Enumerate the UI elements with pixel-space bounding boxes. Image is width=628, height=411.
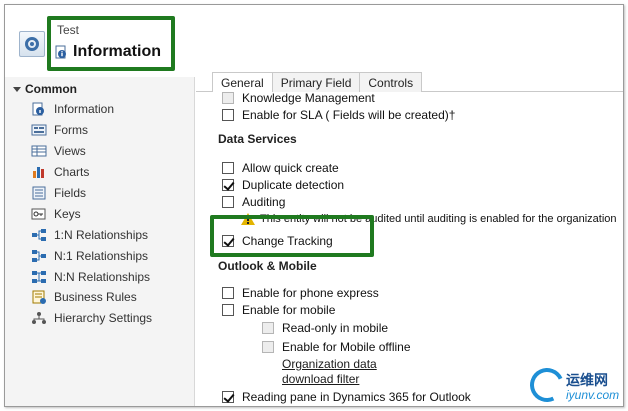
reading-pane-row: Reading pane in Dynamics 365 for Outlook <box>222 389 471 404</box>
page-title: Information <box>73 43 161 60</box>
window-frame: Test Information Common Information Form… <box>4 4 624 407</box>
allow-quick-create-checkbox[interactable] <box>222 161 234 174</box>
charts-icon <box>31 165 47 179</box>
info-icon <box>55 45 67 59</box>
sidebar-item-label: Views <box>54 143 86 158</box>
sidebar-item-information[interactable]: Information <box>31 99 114 118</box>
org-data-download-link-line2[interactable]: download filter <box>282 372 359 386</box>
read-only-mobile-label: Read-only in mobile <box>282 320 389 335</box>
sidebar-item-views[interactable]: Views <box>31 141 86 160</box>
sidebar-item-label: 1:N Relationships <box>54 227 149 242</box>
tab-label: Controls <box>368 75 414 90</box>
data-services-heading: Data Services <box>218 132 297 146</box>
enable-mobile-checkbox[interactable] <box>222 303 234 316</box>
entity-name: Test <box>57 23 80 37</box>
sidebar-item-hierarchy-settings[interactable]: Hierarchy Settings <box>31 308 152 327</box>
keys-icon <box>31 207 47 221</box>
enable-sla-row: Enable for SLA ( Fields will be created)… <box>222 107 455 122</box>
enable-sla-checkbox[interactable] <box>222 108 234 121</box>
duplicate-detection-label: Duplicate detection <box>242 177 345 192</box>
info-icon <box>31 102 47 116</box>
tab-label: Primary Field <box>280 75 352 90</box>
auditing-row: Auditing <box>222 194 285 209</box>
org-data-download-link[interactable]: Organization data <box>282 357 377 371</box>
sidebar-nav: Common Information Forms Views Charts Fi… <box>5 77 195 406</box>
business-rules-icon <box>31 290 47 304</box>
watermark-top-text: 运维网 <box>566 372 608 388</box>
views-icon <box>31 144 47 158</box>
sidebar-item-nn-relationships[interactable]: N:N Relationships <box>31 267 150 286</box>
enable-mobile-label: Enable for mobile <box>242 302 336 317</box>
sidebar-item-1n-relationships[interactable]: 1:N Relationships <box>31 225 148 244</box>
nav-section-label: Common <box>25 82 77 96</box>
knowledge-management-row: Knowledge Management <box>222 90 375 105</box>
tab-general[interactable]: General <box>212 72 273 92</box>
caret-down-icon <box>13 86 21 92</box>
duplicate-detection-row: Duplicate detection <box>222 177 344 192</box>
read-only-mobile-checkbox[interactable] <box>262 321 274 334</box>
auditing-checkbox[interactable] <box>222 195 234 208</box>
swirl-logo-icon <box>525 363 569 407</box>
tab-bar: General Primary Field Controls <box>212 72 423 92</box>
reading-pane-label: Reading pane in Dynamics 365 for Outlook <box>242 389 471 404</box>
change-tracking-label: Change Tracking <box>242 233 333 248</box>
tab-controls[interactable]: Controls <box>359 72 423 92</box>
watermark-bottom-text: iyunv.com <box>566 388 620 402</box>
allow-quick-create-label: Allow quick create <box>242 160 339 175</box>
entity-gear-icon <box>19 31 45 57</box>
enable-sla-label: Enable for SLA ( Fields will be created)… <box>242 107 456 122</box>
sidebar-item-label: N:1 Relationships <box>54 248 149 263</box>
change-tracking-checkbox[interactable] <box>222 234 234 247</box>
watermark-logo: 运维网 iyunv.com <box>525 363 624 408</box>
many-to-one-icon <box>31 249 47 263</box>
duplicate-detection-checkbox[interactable] <box>222 178 234 191</box>
sidebar-item-label: Business Rules <box>54 289 137 304</box>
reading-pane-checkbox[interactable] <box>222 390 234 403</box>
hierarchy-icon <box>31 311 47 325</box>
mobile-offline-label: Enable for Mobile offline <box>282 339 411 354</box>
sidebar-item-forms[interactable]: Forms <box>31 120 88 139</box>
sidebar-item-label: Charts <box>54 164 90 179</box>
enable-mobile-row: Enable for mobile <box>222 302 335 317</box>
sidebar-item-n1-relationships[interactable]: N:1 Relationships <box>31 246 148 265</box>
sidebar-item-business-rules[interactable]: Business Rules <box>31 287 137 306</box>
change-tracking-row: Change Tracking <box>222 233 333 248</box>
auditing-label: Auditing <box>242 194 286 209</box>
sidebar-item-label: Forms <box>54 122 88 137</box>
page-title-row: Information <box>55 41 161 63</box>
mobile-offline-row: Enable for Mobile offline <box>262 339 411 354</box>
allow-quick-create-row: Allow quick create <box>222 160 339 175</box>
nav-section-common[interactable]: Common <box>13 82 77 96</box>
one-to-many-icon <box>31 228 47 242</box>
outlook-mobile-heading: Outlook & Mobile <box>218 259 317 273</box>
sidebar-item-label: Hierarchy Settings <box>54 310 153 325</box>
fields-icon <box>31 186 47 200</box>
sidebar-item-label: Information <box>54 101 115 116</box>
read-only-mobile-row: Read-only in mobile <box>262 320 388 335</box>
main-content: General Primary Field Controls Knowledge… <box>196 72 623 406</box>
knowledge-management-label: Knowledge Management <box>242 90 375 105</box>
tab-primary-field[interactable]: Primary Field <box>271 72 361 92</box>
sidebar-item-keys[interactable]: Keys <box>31 204 81 223</box>
mobile-offline-checkbox[interactable] <box>262 340 274 353</box>
sidebar-item-label: Keys <box>54 206 81 221</box>
knowledge-management-checkbox[interactable] <box>222 91 234 104</box>
tab-label: General <box>221 75 264 90</box>
forms-icon <box>31 123 47 137</box>
sidebar-item-label: N:N Relationships <box>54 269 151 284</box>
many-to-many-icon <box>31 270 47 284</box>
phone-express-label: Enable for phone express <box>242 285 379 300</box>
sidebar-item-fields[interactable]: Fields <box>31 183 86 202</box>
phone-express-row: Enable for phone express <box>222 285 379 300</box>
sidebar-item-charts[interactable]: Charts <box>31 162 89 181</box>
phone-express-checkbox[interactable] <box>222 286 234 299</box>
page-header: Test Information <box>5 5 623 77</box>
sidebar-item-label: Fields <box>54 185 87 200</box>
